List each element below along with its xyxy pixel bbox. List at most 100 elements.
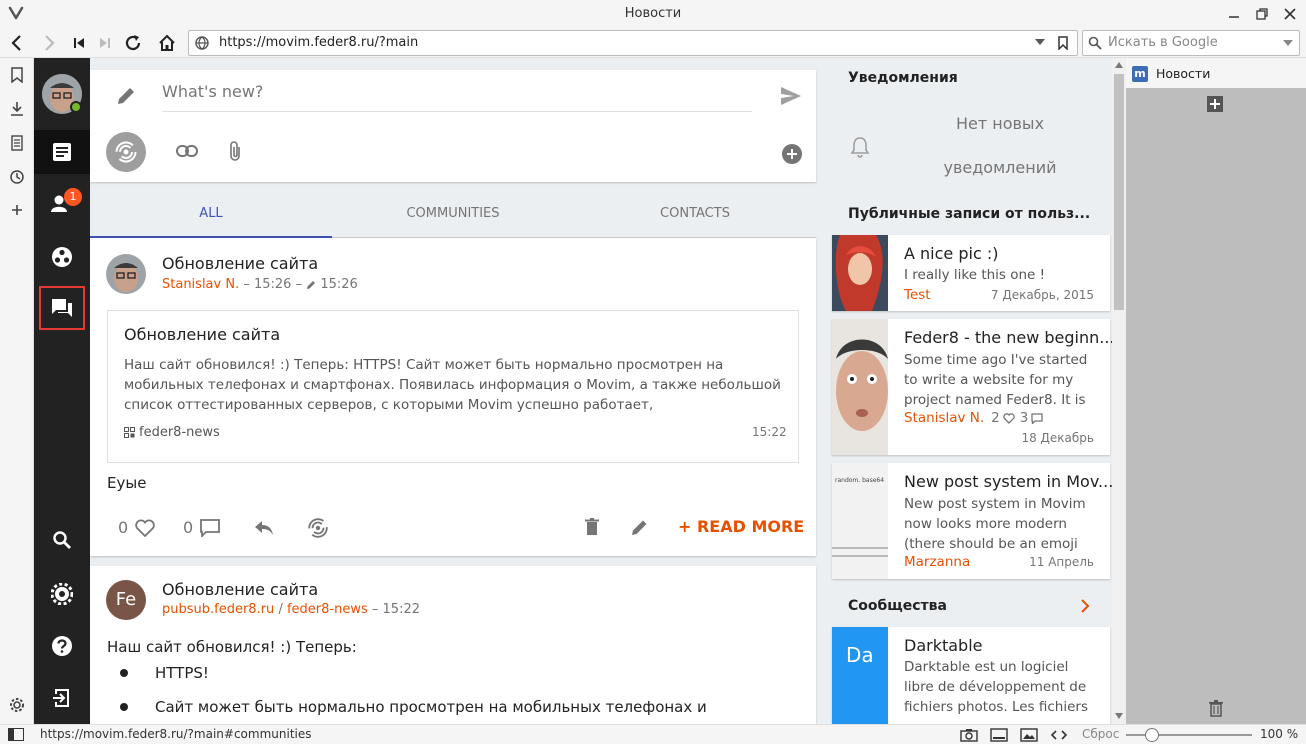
fast-forward-icon[interactable] — [94, 32, 116, 54]
like-count: 0 — [118, 518, 129, 537]
scroll-up-icon[interactable] — [1115, 62, 1123, 68]
forward-icon[interactable] — [38, 32, 60, 54]
reply-icon[interactable] — [254, 520, 274, 536]
post-body: Еуые — [107, 474, 147, 492]
composer-input[interactable]: What's new? — [162, 82, 752, 112]
public-post-author[interactable]: Marzanna — [904, 554, 970, 570]
nav-chats[interactable] — [39, 286, 85, 330]
public-post-date: 11 Апрель — [1029, 555, 1094, 569]
tile-icon[interactable] — [990, 728, 1008, 742]
public-post-comments: 3 — [1019, 410, 1029, 426]
add-panel-icon[interactable] — [8, 201, 26, 219]
tab-communities[interactable]: COMMUNITIES — [332, 200, 574, 238]
trash-icon[interactable] — [1209, 700, 1223, 717]
public-post-author[interactable]: Stanislav N. — [904, 410, 984, 426]
author-avatar[interactable] — [106, 254, 146, 294]
quoted-post[interactable]: Обновление сайта Наш сайт обновился! :) … — [107, 310, 799, 463]
bookmark-icon[interactable] — [1057, 36, 1069, 50]
logout-icon — [52, 688, 72, 708]
public-post-date: 7 Декабрь, 2015 — [990, 288, 1094, 302]
post-title[interactable]: Обновление сайта — [162, 254, 318, 273]
chevron-right-icon[interactable] — [1080, 599, 1090, 613]
address-url[interactable]: https://movim.feder8.ru/?main — [219, 35, 418, 50]
community-item[interactable]: Da Darktable Darktable est un logiciel l… — [832, 627, 1110, 724]
history-panel-icon[interactable] — [8, 168, 26, 186]
search-bar[interactable]: Искать в Google — [1082, 30, 1300, 56]
public-post-item[interactable]: A nice pic :) I really like this one ! T… — [832, 235, 1110, 311]
post-thumbnail — [832, 319, 888, 455]
search-icon — [1088, 36, 1102, 50]
link-icon[interactable] — [176, 144, 198, 158]
post-thumbnail: random. base64 — [832, 463, 888, 579]
share-broadcast-icon[interactable] — [308, 518, 328, 538]
broadcast-button[interactable] — [106, 132, 146, 172]
rewind-icon[interactable] — [68, 32, 90, 54]
communities-icon — [51, 246, 73, 268]
code-icon[interactable] — [1050, 728, 1068, 742]
vivaldi-logo-icon[interactable] — [8, 5, 24, 21]
community-avatar[interactable]: Fe — [106, 580, 146, 620]
image-icon[interactable] — [1020, 728, 1038, 742]
home-icon[interactable] — [156, 32, 178, 54]
window-title: Новости — [624, 6, 682, 21]
tab-all[interactable]: ALL — [90, 200, 332, 238]
zoom-slider-handle[interactable] — [1145, 728, 1159, 742]
public-post-item[interactable]: Feder8 - the new beginn... Some time ago… — [832, 319, 1112, 455]
edit-icon[interactable] — [631, 518, 649, 536]
post-actions: 0 0 + READ MORE — [90, 504, 816, 556]
nav-help[interactable] — [34, 624, 90, 668]
dropdown-icon[interactable] — [1035, 39, 1045, 47]
public-post-meta: Stanislav N. 2 3 — [904, 410, 1044, 426]
page-scrollbar[interactable] — [1112, 58, 1126, 724]
main-content: What's new? ALL COMMUNITIES CONTACTS Обн… — [90, 58, 1112, 724]
window-titlebar: Новости — [0, 0, 1306, 28]
nav-logout[interactable] — [34, 676, 90, 720]
minimize-icon[interactable] — [1226, 6, 1242, 22]
post-server[interactable]: pubsub.feder8.ru — [162, 602, 274, 617]
add-icon[interactable] — [782, 144, 802, 164]
notifications-empty-line1: Нет новых — [955, 114, 1045, 133]
notifications-heading: Уведомления — [848, 70, 958, 86]
public-post-item[interactable]: random. base64 New post system in Mov...… — [832, 463, 1112, 579]
post-separator: / — [278, 602, 283, 617]
feed-tabs: ALL COMMUNITIES CONTACTS — [90, 200, 816, 238]
reload-icon[interactable] — [122, 32, 144, 54]
attachment-icon[interactable] — [228, 140, 242, 162]
bookmarks-panel-icon[interactable] — [8, 66, 26, 84]
scrollbar-thumb[interactable] — [1114, 74, 1124, 310]
nav-search[interactable] — [34, 518, 90, 562]
zoom-reset-button[interactable]: Сброс — [1082, 727, 1119, 741]
address-bar[interactable]: https://movim.feder8.ru/?main — [188, 30, 1078, 56]
add-web-panel-icon[interactable] — [1207, 96, 1223, 112]
notes-panel-icon[interactable] — [8, 134, 26, 152]
settings-panel-icon[interactable] — [8, 696, 26, 714]
quoted-source-name[interactable]: feder8-news — [139, 425, 220, 440]
back-icon[interactable] — [6, 32, 28, 54]
send-icon[interactable] — [780, 86, 802, 106]
comment-icon[interactable] — [200, 519, 220, 537]
nav-communities[interactable] — [34, 235, 90, 279]
scroll-down-icon[interactable] — [1115, 713, 1123, 719]
restore-icon[interactable] — [1254, 6, 1270, 22]
post-title[interactable]: Обновление сайта — [162, 580, 318, 599]
search-engine-dropdown-icon[interactable] — [1283, 40, 1293, 48]
post-time: – 15:26 – — [243, 277, 303, 292]
nav-news[interactable] — [34, 130, 90, 174]
close-icon[interactable] — [1282, 6, 1298, 22]
delete-icon[interactable] — [585, 518, 599, 536]
heart-icon[interactable] — [135, 519, 155, 537]
nav-settings[interactable] — [34, 572, 90, 616]
nav-contacts[interactable]: 1 — [34, 182, 90, 226]
public-post-author[interactable]: Test — [904, 287, 931, 303]
camera-icon[interactable] — [960, 728, 978, 742]
post-thumbnail — [832, 235, 888, 311]
post-author[interactable]: Stanislav N. — [162, 277, 239, 292]
public-posts-heading: Публичные записи от польз... — [848, 206, 1091, 222]
downloads-panel-icon[interactable] — [8, 100, 26, 118]
panel-toggle-icon[interactable] — [8, 728, 24, 741]
read-more-button[interactable]: + READ MORE — [678, 517, 804, 536]
tab-contacts[interactable]: CONTACTS — [574, 200, 816, 238]
pencil-icon — [116, 86, 136, 106]
gear-icon — [51, 583, 73, 605]
post-node[interactable]: feder8-news — [287, 602, 368, 617]
